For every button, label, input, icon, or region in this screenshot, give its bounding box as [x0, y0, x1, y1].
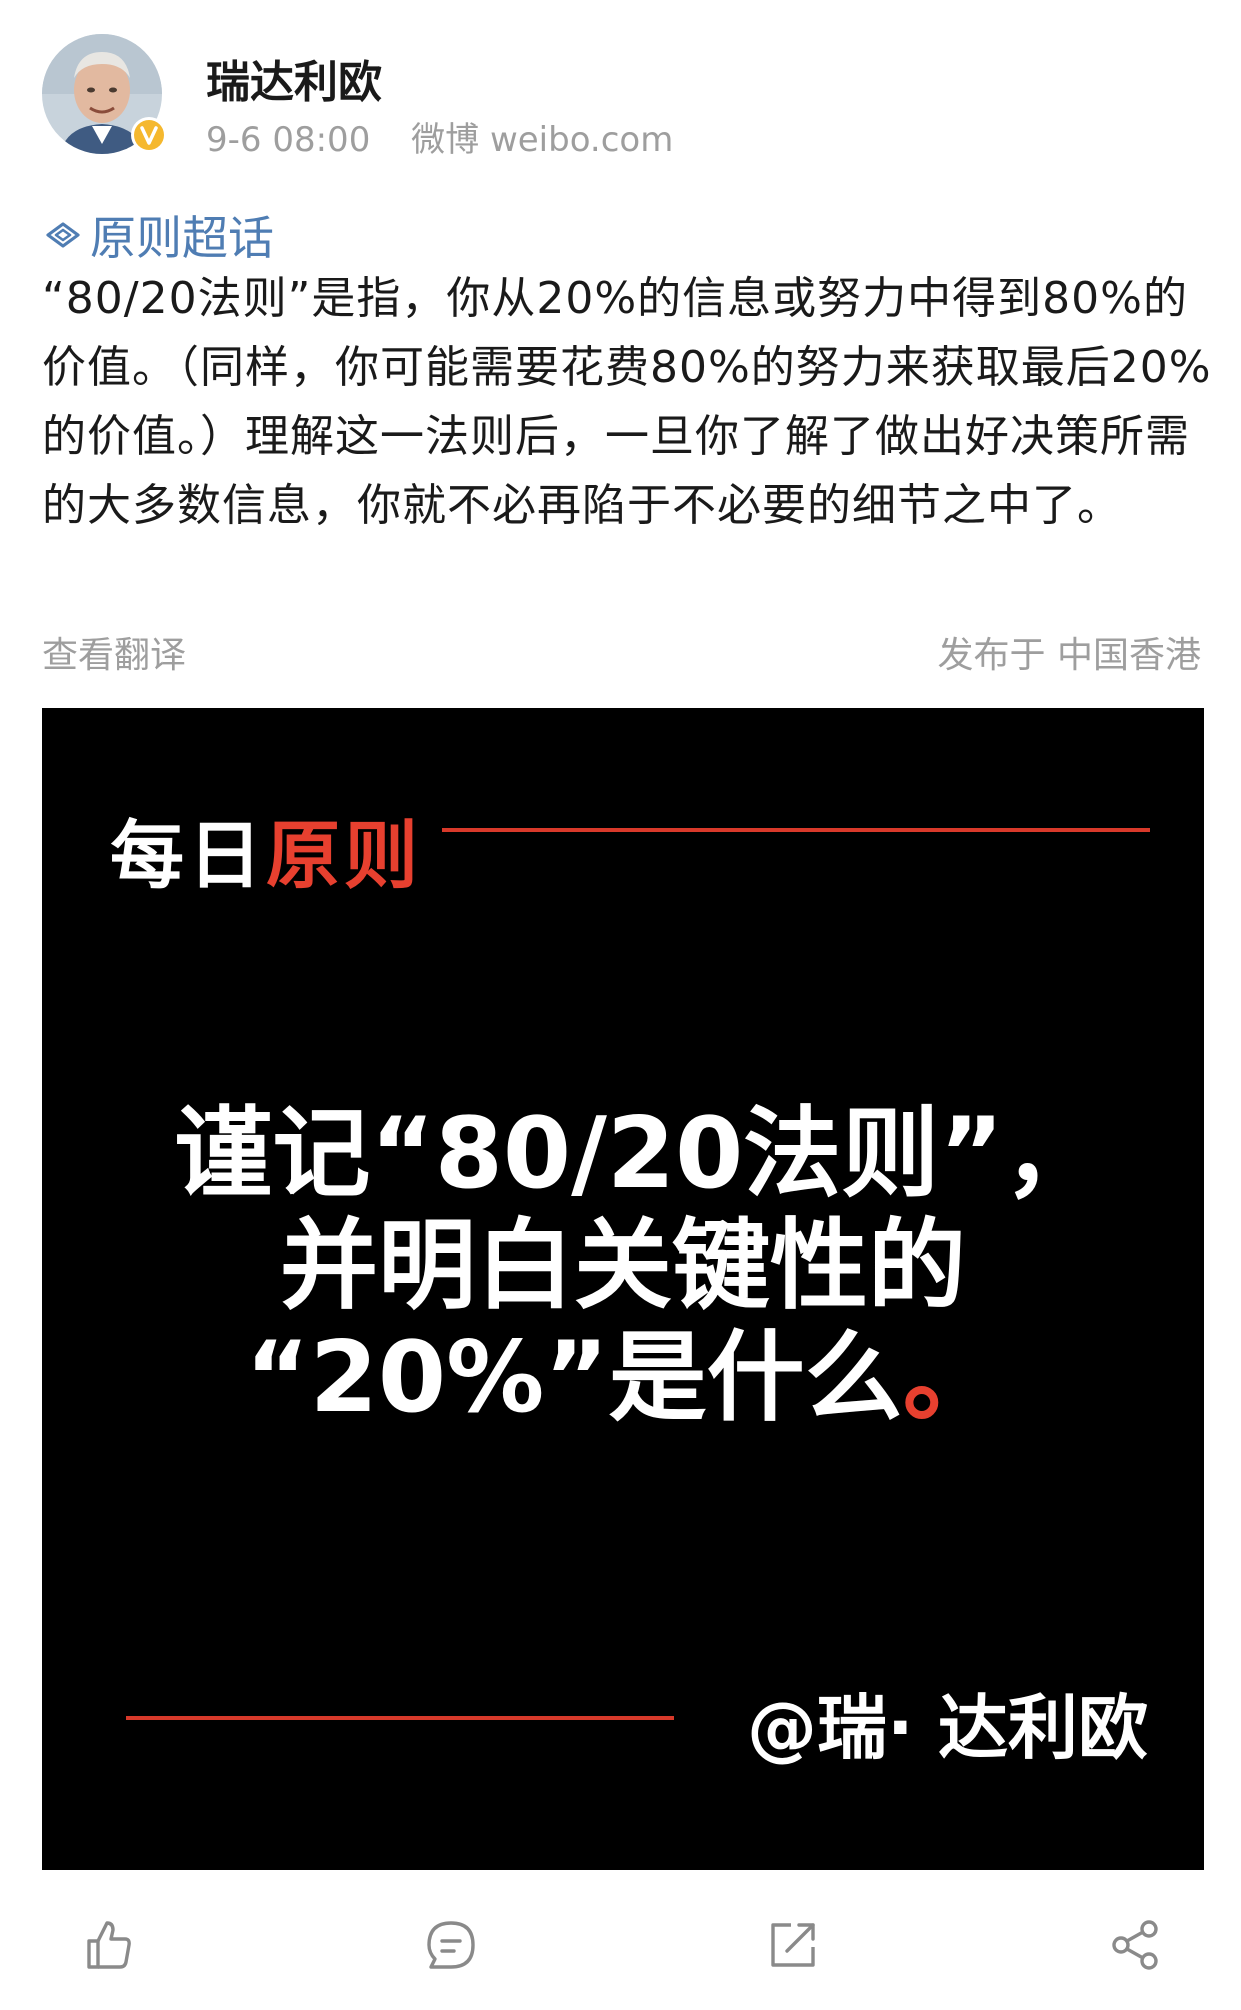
post-image[interactable]: 每日原则 谨记“80/20法则”， 并明白关键性的 “20%”是什么。 @瑞· …	[42, 708, 1204, 1870]
quote-line-2: 并明白关键性的	[279, 1209, 966, 1323]
post-time: 9-6 08:00	[206, 120, 371, 160]
card-signature: @瑞· 达利欧	[747, 1687, 1148, 1769]
post-meta: 9-6 08:00 微博 weibo.com	[206, 112, 673, 161]
diamond-topic-icon	[46, 222, 80, 248]
like-button[interactable]	[74, 1910, 144, 1980]
post-text: “80/20法则”是指，你从20%的信息或努力中得到80%的价值。（同样，你可能…	[42, 273, 1212, 531]
topic-link[interactable]: 原则超话	[42, 202, 274, 268]
post-location: 发布于 中国香港	[937, 635, 1201, 676]
quote-line-3-text: “20%”是什么	[245, 1321, 903, 1435]
post-header: 瑞达利欧 9-6 08:00 微博 weibo.com	[42, 34, 1202, 164]
bottom-divider	[126, 1716, 674, 1720]
verified-v-icon	[131, 117, 167, 153]
top-divider	[442, 828, 1150, 832]
share-nodes-icon	[1112, 1920, 1158, 1970]
comment-bubble-icon	[427, 1921, 475, 1969]
quote-end-mark: 。	[902, 1321, 1001, 1435]
translate-link[interactable]: 查看翻译	[42, 626, 186, 678]
quote-line-1: 谨记“80/20法则”，	[174, 1097, 1102, 1211]
comment-button[interactable]	[416, 1910, 486, 1980]
card-quote: 谨记“80/20法则”， 并明白关键性的 “20%”是什么。	[42, 1098, 1204, 1434]
thumbs-up-icon	[87, 1921, 131, 1969]
card-heading: 每日原则	[110, 796, 422, 903]
heading-daily: 每日	[110, 813, 266, 899]
heading-principles: 原则	[266, 813, 422, 899]
repost-button[interactable]	[758, 1910, 828, 1980]
action-bar	[0, 1910, 1241, 1990]
post-source: 微博 weibo.com	[411, 120, 674, 160]
topic-label: 原则超话	[90, 211, 274, 265]
author-name[interactable]: 瑞达利欧	[206, 46, 382, 110]
quote-line-3: “20%”是什么。	[42, 1322, 1204, 1434]
repost-arrow-icon	[771, 1923, 815, 1967]
share-button[interactable]	[1100, 1910, 1170, 1980]
